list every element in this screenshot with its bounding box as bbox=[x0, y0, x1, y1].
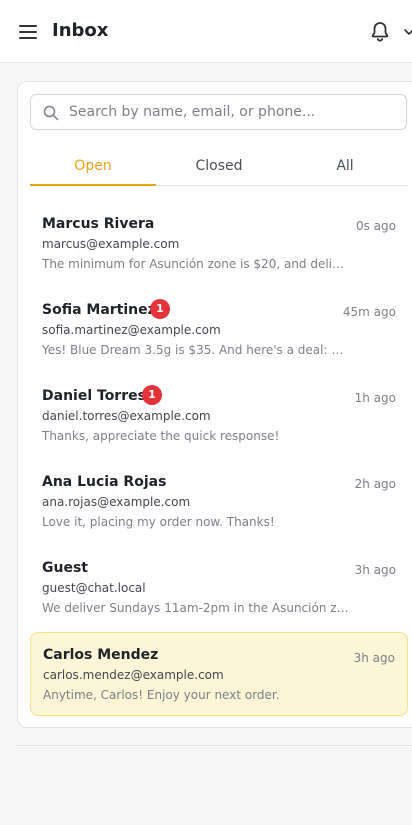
message-preview: The minimum for Asunción zone is $20, an… bbox=[42, 257, 350, 271]
message-preview: Yes! Blue Dream 3.5g is $35. And here's … bbox=[42, 343, 350, 357]
contact-email: sofia.martinez@example.com bbox=[42, 323, 221, 337]
conversation-item-selected[interactable]: Carlos Mendez 3h ago carlos.mendez@examp… bbox=[30, 632, 408, 716]
conversation-item[interactable]: Ana Lucia Rojas 2h ago ana.rojas@example… bbox=[30, 458, 408, 544]
conversation-item[interactable]: Daniel Torres 1 1h ago daniel.torres@exa… bbox=[30, 372, 408, 458]
status-tabs: Open Closed All bbox=[30, 148, 408, 186]
timestamp: 45m ago bbox=[342, 305, 396, 319]
timestamp: 2h ago bbox=[354, 477, 396, 491]
chevron-down-icon[interactable] bbox=[403, 26, 412, 38]
search-box[interactable] bbox=[30, 94, 407, 130]
tab-open[interactable]: Open bbox=[30, 148, 156, 186]
unread-badge: 1 bbox=[142, 385, 162, 405]
top-bar: Inbox bbox=[0, 0, 412, 63]
timestamp: 1h ago bbox=[354, 391, 396, 405]
contact-name: Ana Lucia Rojas bbox=[42, 474, 167, 490]
contact-name: Marcus Rivera bbox=[42, 216, 155, 232]
search-input[interactable] bbox=[69, 95, 399, 129]
divider bbox=[17, 745, 412, 746]
page-title: Inbox bbox=[52, 20, 109, 41]
inbox-panel: Open Closed All Marcus Rivera 0s ago mar… bbox=[17, 81, 412, 728]
message-preview: We deliver Sundays 11am-2pm in the Asunc… bbox=[42, 601, 350, 615]
message-preview: Anytime, Carlos! Enjoy your next order. bbox=[43, 688, 280, 702]
timestamp: 0s ago bbox=[355, 219, 396, 233]
timestamp: 3h ago bbox=[353, 651, 395, 665]
contact-name: Sofia Martinez bbox=[42, 302, 156, 318]
contact-name: Guest bbox=[42, 560, 88, 576]
contact-email: marcus@example.com bbox=[42, 237, 180, 251]
tab-closed[interactable]: Closed bbox=[156, 148, 282, 186]
conversation-item[interactable]: Marcus Rivera 0s ago marcus@example.com … bbox=[30, 200, 408, 286]
hamburger-icon[interactable] bbox=[19, 24, 37, 40]
contact-name: Daniel Torres bbox=[42, 388, 146, 404]
message-preview: Love it, placing my order now. Thanks! bbox=[42, 515, 275, 529]
unread-badge: 1 bbox=[150, 299, 170, 319]
contact-email: carlos.mendez@example.com bbox=[43, 668, 224, 682]
message-preview: Thanks, appreciate the quick response! bbox=[42, 429, 280, 443]
contact-email: daniel.torres@example.com bbox=[42, 409, 211, 423]
contact-name: Carlos Mendez bbox=[43, 647, 159, 663]
conversation-item[interactable]: Guest 3h ago guest@chat.local We deliver… bbox=[30, 544, 408, 630]
timestamp: 3h ago bbox=[354, 563, 396, 577]
search-icon bbox=[43, 105, 59, 121]
contact-email: ana.rojas@example.com bbox=[42, 495, 191, 509]
tab-all[interactable]: All bbox=[282, 148, 408, 186]
bell-icon[interactable] bbox=[368, 20, 392, 44]
conversation-item[interactable]: Sofia Martinez 1 45m ago sofia.martinez@… bbox=[30, 286, 408, 372]
contact-email: guest@chat.local bbox=[42, 581, 146, 595]
